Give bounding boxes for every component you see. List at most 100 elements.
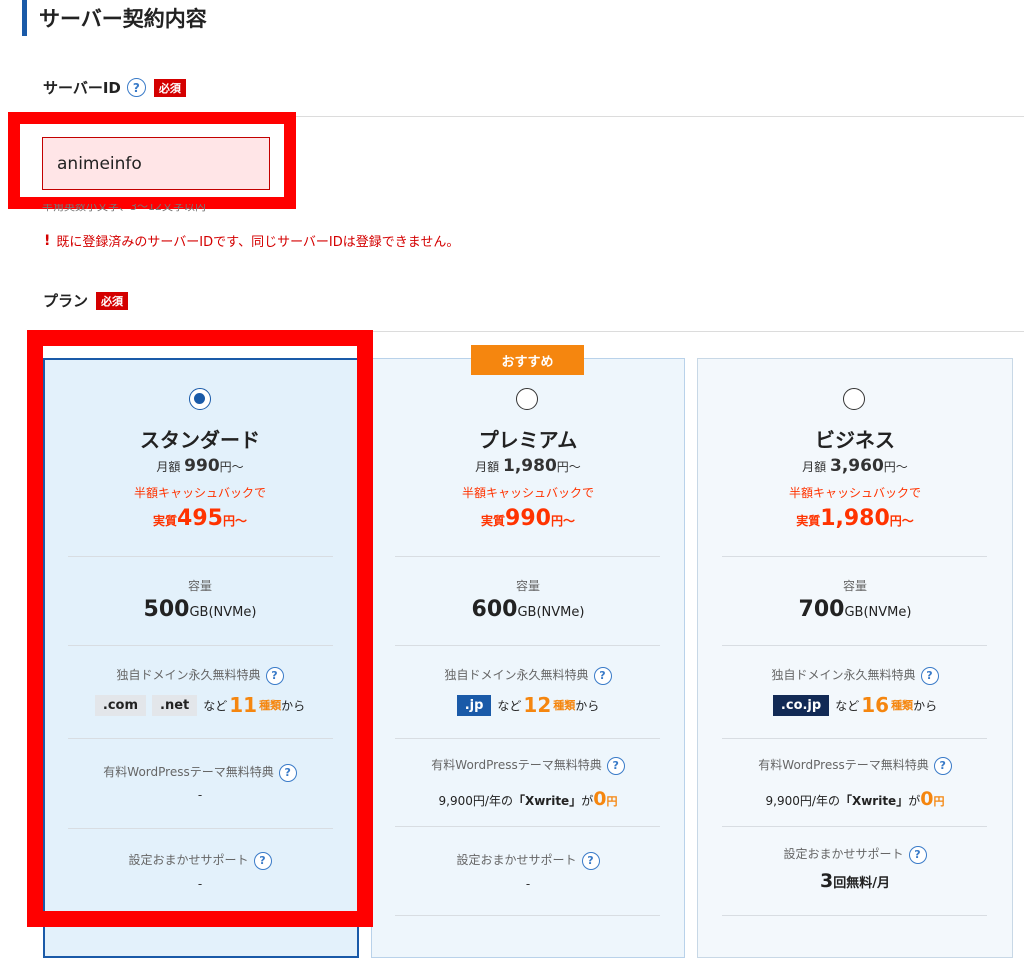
card-divider (722, 738, 987, 739)
plan-monthly-price: 月額 3,960円〜 (725, 456, 985, 476)
domain-mid: など (497, 698, 522, 713)
domain-label: 独自ドメイン永久無料特典? (398, 666, 658, 685)
theme-help-icon[interactable]: ? (278, 763, 297, 782)
capacity-value: 700GB(NVMe) (725, 597, 985, 622)
card-divider (395, 826, 660, 827)
server-id-hint: 半角英数小文字、3〜12文字以内 (42, 204, 206, 213)
capacity-label: 容量 (842, 579, 867, 593)
plan-name: スタンダード (140, 428, 260, 452)
plan-radio-premium[interactable] (516, 388, 538, 410)
plan-name: ビジネス (815, 428, 895, 452)
theme-name: 「Xwrite」 (839, 794, 909, 808)
error-icon: ! (44, 232, 51, 249)
domain-benefit: .jp など 12 種類 から (398, 693, 658, 717)
cashback-note: 半額キャッシュバックで (133, 486, 266, 500)
theme-zero-unit: 円 (933, 795, 945, 808)
domain-count: 12 (523, 693, 552, 717)
effective-price-value: 495 (177, 506, 223, 531)
card-divider (722, 556, 987, 557)
domain-benefit: .co.jp など 16 種類 から (725, 693, 985, 717)
domain-unit: 種類 (259, 699, 282, 712)
support-label-text: 設定おまかせサポート (456, 853, 577, 867)
server-id-input[interactable] (42, 137, 270, 190)
server-id-error-text: 既に登録済みのサーバーIDです、同じサーバーIDは登録できません。 (56, 235, 460, 250)
plan-required-badge: 必須 (96, 291, 129, 310)
support-help-icon[interactable]: ? (581, 851, 600, 870)
card-divider (395, 915, 660, 916)
domain-label-text: 独自ドメイン永久無料特典 (116, 668, 261, 682)
theme-help-icon[interactable]: ? (933, 756, 952, 775)
monthly-price-value: 990 (184, 456, 220, 476)
domain-mid: など (835, 698, 860, 713)
domain-label-text: 独自ドメイン永久無料特典 (444, 668, 589, 682)
domain-label: 独自ドメイン永久無料特典? (70, 666, 330, 685)
server-id-divider (296, 116, 1024, 117)
support-count: 3 (820, 870, 834, 892)
section-title: サーバー契約内容 (22, 0, 207, 36)
monthly-price-value: 1,980 (503, 456, 557, 476)
monthly-price-value: 3,960 (830, 456, 884, 476)
server-id-required-badge: 必須 (153, 78, 186, 97)
server-id-help-icon[interactable]: ? (126, 78, 146, 97)
theme-help-icon[interactable]: ? (606, 756, 625, 775)
card-divider (68, 556, 333, 557)
theme-prefix: 9,900円/年の (438, 794, 513, 808)
support-label: 設定おまかせサポート? (398, 851, 658, 870)
effective-suffix: 円〜 (889, 514, 914, 528)
theme-prefix: 9,900円/年の (765, 794, 840, 808)
recommend-badge: おすすめ (471, 345, 584, 375)
monthly-prefix: 月額 (156, 460, 181, 474)
monthly-prefix: 月額 (475, 460, 500, 474)
support-value: 3回無料/月 (725, 870, 985, 892)
domain-help-icon[interactable]: ? (593, 666, 612, 685)
plan-name: プレミアム (478, 428, 578, 452)
theme-value: - (197, 788, 203, 802)
support-label: 設定おまかせサポート? (725, 845, 985, 864)
card-divider (722, 645, 987, 646)
plan-label-text: プラン (43, 292, 89, 310)
server-id-error: ! 既に登録済みのサーバーIDです、同じサーバーIDは登録できません。 (44, 231, 460, 251)
theme-label-text: 有料WordPressテーマ無料特典 (758, 758, 929, 772)
effective-price: 実質990円〜 (398, 506, 658, 531)
theme-label: 有料WordPressテーマ無料特典? (398, 756, 658, 775)
theme-value: 9,900円/年の「Xwrite」が0円 (398, 788, 658, 810)
theme-mid: が (908, 794, 921, 808)
theme-label: 有料WordPressテーマ無料特典? (725, 756, 985, 775)
monthly-suffix: 円〜 (219, 460, 244, 474)
monthly-suffix: 円〜 (883, 460, 908, 474)
support-value: - (525, 877, 531, 891)
theme-label: 有料WordPressテーマ無料特典? (70, 763, 330, 782)
effective-prefix: 実質 (153, 514, 178, 528)
theme-zero-unit: 円 (606, 795, 618, 808)
domain-label: 独自ドメイン永久無料特典? (725, 666, 985, 685)
effective-prefix: 実質 (481, 514, 506, 528)
domain-help-icon[interactable]: ? (265, 666, 284, 685)
capacity-label: 容量 (187, 579, 212, 593)
plan-label: プラン 必須 (43, 290, 129, 311)
effective-prefix: 実質 (796, 514, 821, 528)
domain-help-icon[interactable]: ? (920, 666, 939, 685)
card-divider (395, 556, 660, 557)
plan-divider (373, 331, 1024, 332)
support-unit: 回無料/月 (833, 876, 890, 891)
theme-name: 「Xwrite」 (512, 794, 582, 808)
theme-zero: 0 (920, 788, 934, 810)
tld-badge: .jp (456, 694, 492, 716)
card-divider (68, 645, 333, 646)
plan-radio-standard[interactable] (189, 388, 211, 410)
tld-badge: .co.jp (772, 694, 830, 716)
plan-monthly-price: 月額 1,980円〜 (398, 456, 658, 476)
support-label-text: 設定おまかせサポート (128, 853, 249, 867)
card-divider (395, 645, 660, 646)
tld-badge: .com (94, 694, 146, 716)
support-help-icon[interactable]: ? (253, 851, 272, 870)
support-help-icon[interactable]: ? (908, 845, 927, 864)
capacity-unit: GB(NVMe) (844, 605, 912, 620)
capacity-number: 500 (143, 597, 190, 622)
plan-radio-business[interactable] (843, 388, 865, 410)
support-label: 設定おまかせサポート? (70, 851, 330, 870)
cashback-note: 半額キャッシュバックで (461, 486, 594, 500)
section-accent-bar (22, 0, 27, 36)
theme-label-text: 有料WordPressテーマ無料特典 (431, 758, 602, 772)
effective-price: 実質495円〜 (70, 506, 330, 531)
